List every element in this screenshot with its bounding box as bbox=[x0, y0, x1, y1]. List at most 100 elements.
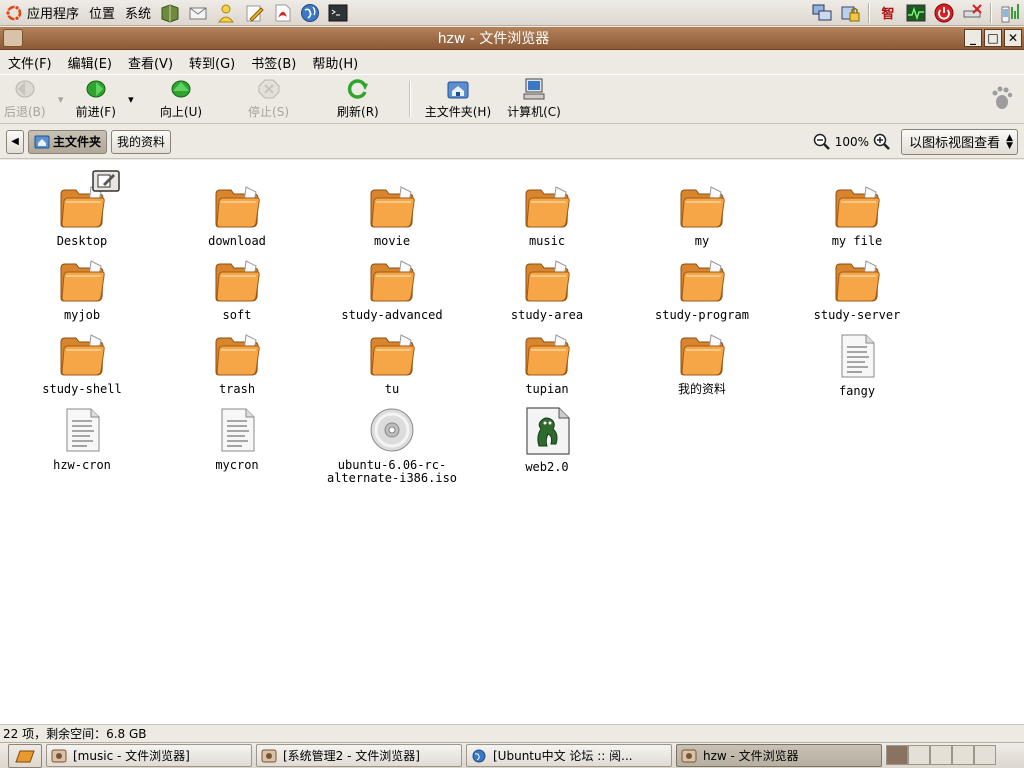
book-icon[interactable] bbox=[158, 1, 182, 25]
path-button-home[interactable]: 主文件夹 bbox=[28, 129, 108, 154]
workspace-4[interactable] bbox=[952, 744, 974, 765]
file-item[interactable]: trash bbox=[162, 332, 312, 396]
network-icon[interactable] bbox=[810, 1, 834, 25]
menu-edit[interactable]: 编辑(E) bbox=[60, 53, 120, 72]
taskbar-item[interactable]: [Ubuntu中文 论坛 :: 阅... bbox=[466, 744, 672, 767]
bottom-panel: [music - 文件浏览器] [系统管理2 - 文件浏览器] [Ubuntu中… bbox=[0, 742, 1024, 768]
file-item[interactable]: Desktop bbox=[7, 184, 157, 248]
workspace-switcher[interactable] bbox=[886, 744, 996, 767]
computer-icon bbox=[523, 78, 545, 100]
file-item[interactable]: study-area bbox=[472, 258, 622, 322]
file-item[interactable]: tupian bbox=[472, 332, 622, 396]
browser-globe-icon[interactable] bbox=[298, 1, 322, 25]
input-method-icon[interactable]: 智 bbox=[876, 1, 900, 25]
window-menu-icon[interactable] bbox=[3, 29, 23, 47]
menu-view[interactable]: 查看(V) bbox=[120, 53, 181, 72]
path-button-my-data[interactable]: 我的资料 bbox=[111, 129, 172, 154]
show-desktop-button[interactable] bbox=[8, 743, 42, 768]
path-scroll-left-button[interactable]: ◀ bbox=[6, 129, 24, 154]
workspace-1[interactable] bbox=[886, 744, 908, 765]
file-item[interactable]: study-server bbox=[782, 258, 932, 322]
forward-button[interactable]: 前进(F) bbox=[68, 75, 124, 123]
file-item[interactable]: music bbox=[472, 184, 622, 248]
folder-icon bbox=[677, 258, 727, 307]
computer-button[interactable]: 计算机(C) bbox=[499, 75, 569, 123]
file-item[interactable]: study-advanced bbox=[317, 258, 467, 322]
tray-separator bbox=[990, 2, 992, 23]
stop-icon bbox=[258, 79, 280, 99]
home-button[interactable]: 主文件夹(H) bbox=[417, 75, 499, 123]
zoom-out-icon[interactable] bbox=[813, 133, 831, 151]
folder-icon bbox=[212, 332, 262, 381]
taskbar-item[interactable]: [系统管理2 - 文件浏览器] bbox=[256, 744, 462, 767]
minimize-button[interactable]: _ bbox=[964, 29, 982, 47]
folder-icon bbox=[367, 332, 417, 381]
file-name: myjob bbox=[63, 308, 101, 322]
lock-icon[interactable] bbox=[838, 1, 862, 25]
file-icon-view[interactable]: Desktop download movie music my my file … bbox=[0, 160, 1024, 724]
stop-button[interactable]: 停止(S) bbox=[224, 75, 313, 123]
file-item[interactable]: download bbox=[162, 184, 312, 248]
menu-help[interactable]: 帮助(H) bbox=[304, 53, 366, 72]
folder-icon bbox=[522, 258, 572, 307]
workspace-2[interactable] bbox=[908, 744, 930, 765]
volume-icon[interactable] bbox=[998, 1, 1022, 25]
window-titlebar[interactable]: hzw - 文件浏览器 _ □ ✕ bbox=[0, 27, 1024, 50]
file-item[interactable]: movie bbox=[317, 184, 467, 248]
system-monitor-icon[interactable] bbox=[904, 1, 928, 25]
reload-button[interactable]: 刷新(R) bbox=[313, 75, 403, 123]
folder-icon bbox=[522, 332, 572, 381]
remove-icon[interactable] bbox=[960, 1, 984, 25]
applications-menu[interactable]: 应用程序 bbox=[0, 0, 84, 26]
zoom-level[interactable]: 100% bbox=[835, 135, 869, 149]
file-item[interactable]: tu bbox=[317, 332, 467, 396]
file-item[interactable]: my file bbox=[782, 184, 932, 248]
file-item[interactable]: study-program bbox=[627, 258, 777, 322]
file-name: study-program bbox=[655, 308, 749, 322]
input-method-label: 智 bbox=[881, 7, 895, 22]
file-item[interactable]: web2.0 bbox=[472, 406, 622, 474]
file-item[interactable]: hzw-cron bbox=[7, 406, 157, 472]
file-name: tupian bbox=[525, 382, 569, 396]
workspace-5[interactable] bbox=[974, 744, 996, 765]
maximize-button[interactable]: □ bbox=[984, 29, 1002, 47]
file-item[interactable]: study-shell bbox=[7, 332, 157, 396]
view-mode-select[interactable]: 以图标视图查看 ▲ ▼ bbox=[901, 128, 1018, 155]
pdf-icon[interactable] bbox=[270, 1, 294, 25]
zoom-in-icon[interactable] bbox=[873, 133, 891, 151]
up-label: 向上(U) bbox=[159, 105, 203, 119]
file-name: my file bbox=[831, 234, 883, 248]
file-name: music bbox=[528, 234, 566, 248]
menu-go[interactable]: 转到(G) bbox=[181, 53, 243, 72]
system-tray: 智 bbox=[808, 0, 1024, 26]
menu-file[interactable]: 文件(F) bbox=[0, 53, 60, 72]
taskbar-item[interactable]: [music - 文件浏览器] bbox=[46, 744, 252, 767]
people-icon[interactable] bbox=[214, 1, 238, 25]
folder-icon bbox=[522, 184, 572, 233]
up-button[interactable]: 向上(U) bbox=[138, 75, 224, 123]
file-item[interactable]: 我的资料 bbox=[627, 332, 777, 396]
back-button[interactable]: 后退(B) bbox=[0, 75, 54, 123]
text-file-icon bbox=[834, 332, 880, 383]
file-item[interactable]: my bbox=[627, 184, 777, 248]
workspace-3[interactable] bbox=[930, 744, 952, 765]
editor-icon[interactable] bbox=[242, 1, 266, 25]
mail-icon[interactable] bbox=[186, 1, 210, 25]
file-item[interactable]: soft bbox=[162, 258, 312, 322]
system-menu[interactable]: 系统 bbox=[120, 0, 156, 26]
terminal-icon[interactable] bbox=[326, 1, 350, 25]
note-emblem-icon bbox=[92, 170, 120, 195]
close-button[interactable]: ✕ bbox=[1004, 29, 1022, 47]
file-item[interactable]: mycron bbox=[162, 406, 312, 472]
menu-bookmarks[interactable]: 书签(B) bbox=[243, 53, 304, 72]
power-icon[interactable] bbox=[932, 1, 956, 25]
file-item[interactable]: ubuntu-6.06-rc- alternate-i386.iso bbox=[317, 406, 467, 485]
back-history-dropdown[interactable]: ▾ bbox=[54, 75, 68, 123]
file-item[interactable]: myjob bbox=[7, 258, 157, 322]
folder-icon bbox=[367, 184, 417, 233]
forward-history-dropdown[interactable]: ▾ bbox=[124, 75, 138, 123]
taskbar-item-active[interactable]: hzw - 文件浏览器 bbox=[676, 744, 882, 767]
places-menu[interactable]: 位置 bbox=[84, 0, 120, 26]
file-item[interactable]: fangy bbox=[782, 332, 932, 398]
file-browser-icon bbox=[681, 749, 697, 762]
